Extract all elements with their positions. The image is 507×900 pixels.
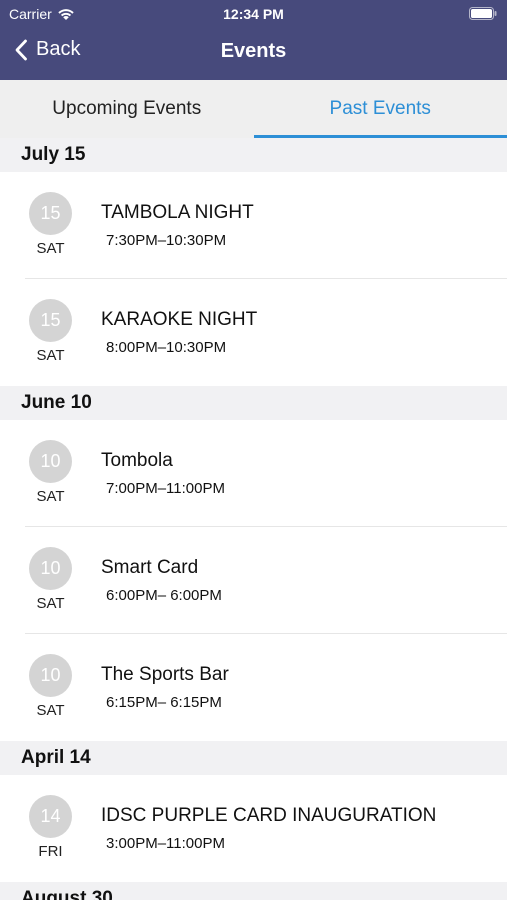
event-title: TAMBOLA NIGHT <box>101 202 254 223</box>
day-label: SAT <box>36 595 65 612</box>
section-header: April 14 <box>0 741 507 775</box>
event-row[interactable]: 15 SAT KARAOKE NIGHT 8:00PM–10:30PM <box>0 279 507 386</box>
tab-upcoming-events[interactable]: Upcoming Events <box>0 80 254 138</box>
event-row[interactable]: 14 FRI IDSC PURPLE CARD INAUGURATION 3:00PM… <box>0 775 507 882</box>
event-time: 7:00PM–11:00PM <box>106 480 225 497</box>
page-title: Events <box>220 40 287 62</box>
event-title: KARAOKE NIGHT <box>101 309 258 330</box>
header: Carrier 12:34 PM Back Events <box>0 0 507 80</box>
date-badge: 10 <box>29 547 72 590</box>
event-time: 7:30PM–10:30PM <box>106 232 227 249</box>
day-label: SAT <box>36 702 65 719</box>
event-time: 3:00PM–11:00PM <box>106 835 225 852</box>
event-list: July 15 15 SAT TAMBOLA NIGHT 7:30PM–10:30PM 1… <box>0 138 507 900</box>
event-row[interactable]: 15 SAT TAMBOLA NIGHT 7:30PM–10:30PM <box>0 172 507 279</box>
event-time: 8:00PM–10:30PM <box>106 339 227 356</box>
tab-bar: Upcoming Events Past Events <box>0 80 507 138</box>
event-time: 6:15PM– 6:15PM <box>106 694 222 711</box>
date-badge: 15 <box>29 192 72 235</box>
date-badge: 10 <box>29 440 72 483</box>
date-badge: 15 <box>29 299 72 342</box>
status-time: 12:34 PM <box>223 6 284 22</box>
event-title: The Sports Bar <box>101 664 229 685</box>
tab-past-events[interactable]: Past Events <box>253 80 507 138</box>
day-label: SAT <box>36 240 65 257</box>
event-row[interactable]: 10 SAT The Sports Bar 6:15PM– 6:15PM <box>0 634 507 741</box>
section-header: August 30 <box>0 882 507 900</box>
day-label: SAT <box>36 488 65 505</box>
day-label: FRI <box>38 843 63 860</box>
event-title: IDSC PURPLE CARD INAUGURATION <box>101 805 437 826</box>
day-label: SAT <box>36 347 65 364</box>
event-row[interactable]: 10 SAT Smart Card 6:00PM– 6:00PM <box>0 527 507 634</box>
status-bar: Carrier 12:34 PM <box>0 0 507 28</box>
event-time: 6:00PM– 6:00PM <box>106 587 222 604</box>
event-row[interactable]: 10 SAT Tombola 7:00PM–11:00PM <box>0 420 507 527</box>
section-header: July 15 <box>0 138 507 172</box>
battery-icon <box>469 7 497 20</box>
date-badge: 14 <box>29 795 72 838</box>
section-header: June 10 <box>0 386 507 420</box>
date-badge: 10 <box>29 654 72 697</box>
event-title: Smart Card <box>101 557 199 578</box>
event-title: Tombola <box>101 450 173 471</box>
nav-bar: Back Events <box>0 28 507 80</box>
